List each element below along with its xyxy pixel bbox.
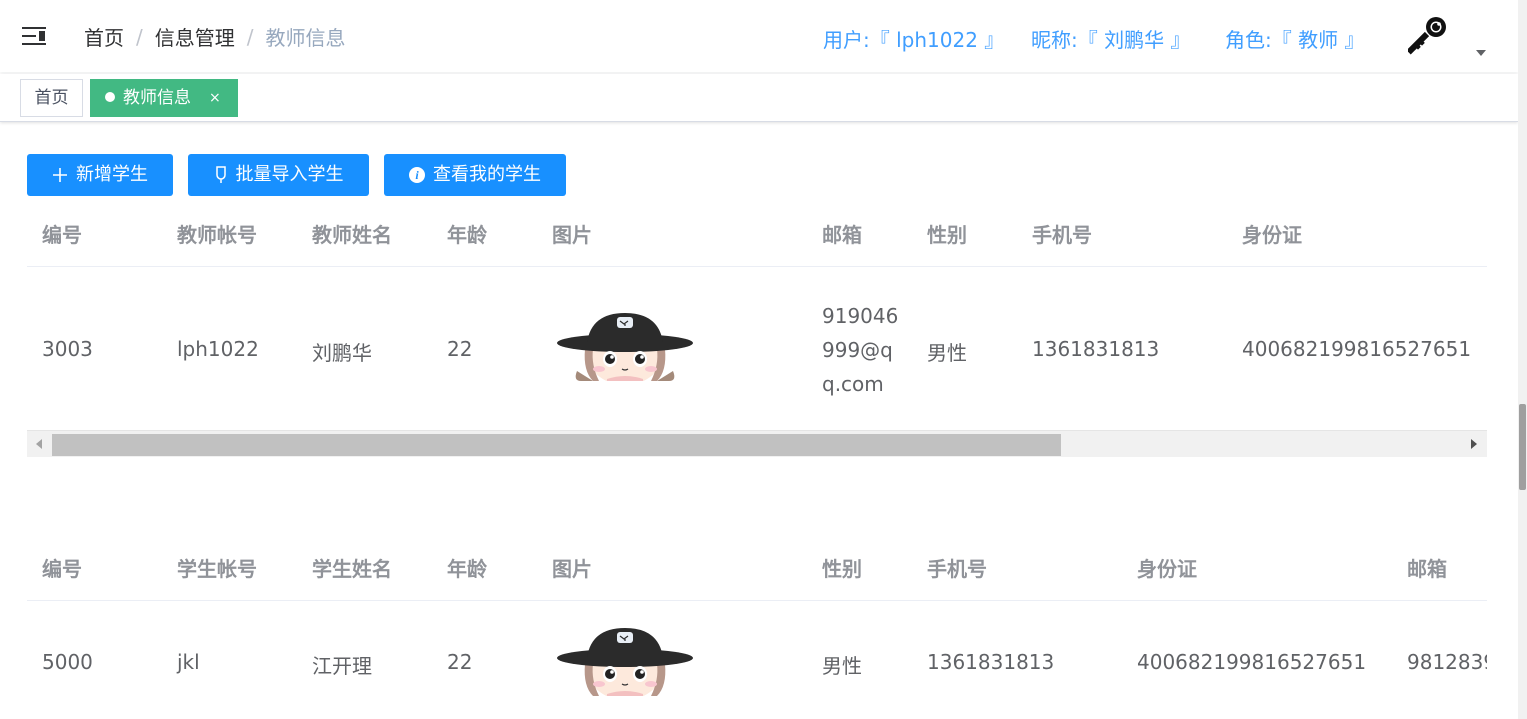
- upload-icon: [215, 166, 226, 183]
- column-header: 学生帐号: [177, 557, 257, 581]
- cell-id: 3003: [42, 337, 93, 361]
- column-header: 教师帐号: [177, 223, 257, 247]
- cell-phone: 1361831813: [927, 650, 1055, 674]
- batch-import-label: 批量导入学生: [235, 164, 344, 185]
- column-header: 性别: [822, 557, 862, 581]
- cell-email-line: q.com: [822, 372, 884, 396]
- cell-gender: 男性: [927, 341, 967, 365]
- tag-teacher-info[interactable]: 教师信息 ×: [90, 79, 238, 117]
- column-header: 年龄: [447, 557, 487, 581]
- info-icon: i: [409, 167, 425, 183]
- header-divider: [27, 266, 1487, 267]
- view-my-students-label: 查看我的学生: [433, 164, 541, 185]
- cell-name: 江开理: [312, 654, 372, 678]
- cell-email: 9812839: [1407, 650, 1487, 674]
- cell-email-line: 999@q: [822, 338, 893, 362]
- column-header: 手机号: [1032, 223, 1092, 247]
- user-account-label: 用户:『 lph1022 』: [823, 28, 1005, 52]
- breadcrumb-separator: /: [246, 24, 254, 49]
- tag-home[interactable]: 首页: [20, 79, 83, 117]
- cell-age: 22: [447, 337, 473, 361]
- scrollbar-thumb[interactable]: [52, 434, 1061, 456]
- column-header: 图片: [552, 223, 592, 247]
- tags-view: 首页 教师信息 ×: [0, 74, 1518, 122]
- plus-icon: [53, 168, 67, 182]
- breadcrumb-home[interactable]: 首页: [84, 22, 124, 51]
- breadcrumb-info-management[interactable]: 信息管理: [155, 22, 235, 51]
- add-student-label: 新增学生: [76, 164, 148, 185]
- cell-gender: 男性: [822, 654, 862, 678]
- key-icon[interactable]: [1408, 14, 1450, 58]
- view-my-students-button[interactable]: i 查看我的学生: [384, 154, 566, 196]
- column-header: 编号: [42, 223, 82, 247]
- header-divider: [27, 600, 1487, 601]
- scroll-right-icon[interactable]: [1471, 439, 1477, 449]
- navbar: 首页 / 信息管理 / 教师信息 用户:『 lph1022 』 昵称:『 刘鹏华…: [0, 0, 1518, 72]
- column-header: 编号: [42, 557, 82, 581]
- breadcrumb-separator: /: [136, 24, 143, 49]
- active-dot-icon: [105, 92, 115, 102]
- column-header: 邮箱: [1407, 557, 1447, 581]
- cell-id-card: 400682199816527651: [1137, 650, 1367, 674]
- cell-id: 5000: [42, 650, 93, 674]
- cell-account: jkl: [177, 650, 200, 674]
- column-header: 教师姓名: [312, 223, 392, 247]
- scrollbar-thumb[interactable]: [1519, 404, 1526, 490]
- column-header: 手机号: [927, 557, 987, 581]
- vertical-scrollbar[interactable]: [1518, 0, 1527, 719]
- student-table: 编号 学生帐号 学生姓名 年龄 图片 性别 手机号 身份证 邮箱 5000 jk…: [27, 540, 1487, 719]
- user-role-label: 角色:『 教师 』: [1225, 28, 1365, 52]
- cell-age: 22: [447, 650, 473, 674]
- sidebar-toggle-icon[interactable]: [22, 25, 48, 47]
- tag-label: 教师信息: [123, 88, 191, 108]
- cell-id-card: 400682199816527651: [1242, 337, 1472, 361]
- cell-phone: 1361831813: [1032, 337, 1160, 361]
- avatar: [555, 309, 695, 381]
- cell-account: lph1022: [177, 337, 259, 361]
- add-student-button[interactable]: 新增学生: [27, 154, 173, 196]
- column-header: 性别: [927, 223, 967, 247]
- column-header: 身份证: [1242, 223, 1302, 247]
- cell-name: 刘鹏华: [312, 341, 372, 365]
- horizontal-scrollbar[interactable]: [27, 430, 1487, 457]
- user-nickname-label: 昵称:『 刘鹏华 』: [1031, 28, 1191, 52]
- breadcrumb: 首页 / 信息管理 / 教师信息: [84, 22, 346, 51]
- scroll-left-icon[interactable]: [36, 439, 42, 449]
- dropdown-caret-icon[interactable]: [1476, 50, 1486, 56]
- teacher-table: 编号 教师帐号 教师姓名 年龄 图片 邮箱 性别 手机号 身份证 3003 lp…: [27, 205, 1487, 430]
- column-header: 图片: [552, 557, 592, 581]
- breadcrumb-teacher-info: 教师信息: [265, 26, 346, 50]
- batch-import-button[interactable]: 批量导入学生: [188, 154, 369, 196]
- avatar: [555, 624, 695, 696]
- column-header: 年龄: [447, 223, 487, 247]
- close-icon[interactable]: ×: [209, 80, 221, 116]
- cell-email-line: 919046: [822, 304, 899, 328]
- column-header: 学生姓名: [312, 557, 392, 581]
- column-header: 邮箱: [822, 223, 862, 247]
- column-header: 身份证: [1137, 557, 1197, 581]
